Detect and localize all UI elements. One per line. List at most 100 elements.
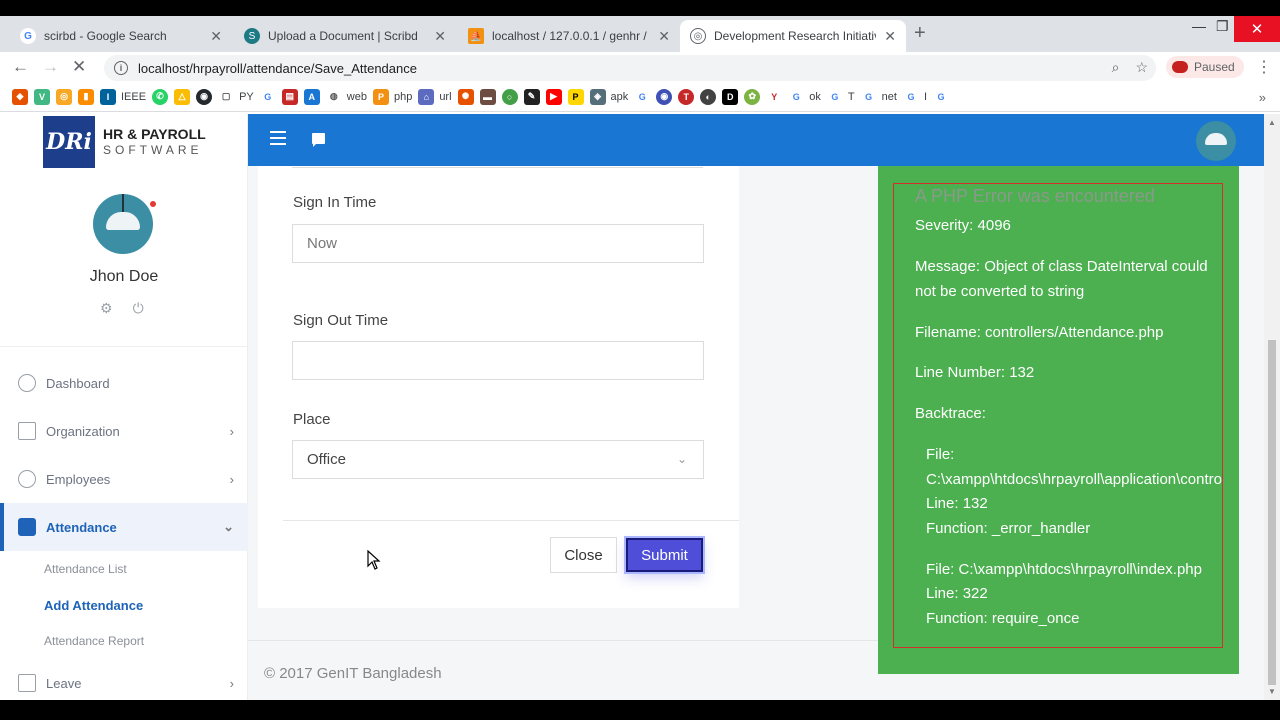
hamburger-menu-icon[interactable]	[270, 131, 286, 145]
chat-icon[interactable]	[312, 133, 325, 147]
app-logo[interactable]: DRi HR & PAYROLL SOFTWARE	[43, 116, 206, 168]
minimize-icon[interactable]: —	[1192, 18, 1206, 34]
sidebar-subitem-attendance-report[interactable]: Attendance Report	[0, 623, 248, 659]
browser-menu-icon[interactable]: ⋮	[1256, 57, 1272, 77]
sign-out-time-field[interactable]	[292, 341, 704, 380]
logo-title: HR & PAYROLL	[103, 125, 206, 142]
sidebar-item-organization[interactable]: Organization ›	[0, 407, 248, 455]
bookmark[interactable]: ◎	[56, 88, 72, 105]
url-text[interactable]: localhost/hrpayroll/attendance/Save_Atte…	[138, 61, 417, 76]
stop-icon[interactable]: ✕	[72, 57, 86, 77]
bookmark[interactable]: ✺	[457, 88, 474, 105]
tab-google-search[interactable]: G scirbd - Google Search ✕	[10, 20, 232, 52]
drive-icon: △	[174, 88, 191, 105]
tab-development-research[interactable]: ◎ Development Research Initiative ✕	[680, 20, 906, 52]
scrollbar-thumb[interactable]	[1268, 340, 1276, 685]
forward-icon[interactable]: →	[42, 57, 59, 77]
bookmark[interactable]: ▤	[281, 88, 298, 105]
bookmark-icon: ◎	[56, 88, 72, 105]
bookmark-label: php	[393, 90, 413, 103]
submit-button[interactable]: Submit	[624, 536, 705, 574]
sidebar-item-employees[interactable]: Employees ›	[0, 455, 248, 503]
bookmark[interactable]: P	[567, 88, 584, 105]
page-scrollbar[interactable]: ▲ ▼	[1264, 114, 1280, 700]
bookmark[interactable]: G	[259, 88, 276, 105]
new-tab-button[interactable]: +	[914, 22, 926, 45]
bookmark[interactable]: ▶	[545, 88, 562, 105]
bookmark[interactable]: ✆	[152, 88, 169, 105]
bookmark[interactable]: ▬	[479, 88, 496, 105]
google-icon: G	[634, 88, 651, 105]
sidebar-subitem-attendance-list[interactable]: Attendance List	[0, 551, 248, 587]
bookmark[interactable]: △	[174, 88, 191, 105]
bookmark[interactable]: T	[678, 88, 695, 105]
settings-gear-icon[interactable]: ⚙	[100, 300, 113, 317]
browser-tab-strip: G scirbd - Google Search ✕ S Upload a Do…	[0, 16, 1280, 52]
google-icon: G	[259, 88, 276, 105]
scroll-up-icon[interactable]: ▲	[1268, 118, 1276, 127]
bookmark[interactable]: ◉	[196, 88, 213, 105]
close-icon[interactable]: ✕	[884, 28, 896, 45]
close-icon[interactable]: ✕	[434, 28, 446, 45]
bookmark[interactable]: ✎	[523, 88, 540, 105]
profile-paused-button[interactable]: Paused	[1166, 56, 1244, 78]
bookmark[interactable]: G	[634, 88, 651, 105]
window-close-button[interactable]: ✕	[1234, 16, 1280, 42]
bookmark-icon: A	[303, 88, 320, 105]
sidebar-item-label: Dashboard	[46, 375, 110, 391]
bookmark-web[interactable]: ◍ web	[325, 88, 367, 105]
bookmark-url[interactable]: ⌂ url	[418, 88, 452, 105]
bookmark[interactable]: ▮	[78, 88, 94, 105]
tab-scribd[interactable]: S Upload a Document | Scribd ✕	[234, 20, 456, 52]
bookmark-label: T	[847, 90, 855, 103]
sidebar-item-dashboard[interactable]: Dashboard	[0, 359, 248, 407]
bookmark[interactable]: A	[303, 88, 320, 105]
tab-phpmyadmin[interactable]: ⛵ localhost / 127.0.0.1 / genhr / em ✕	[458, 20, 680, 52]
restore-icon[interactable]: ❐	[1216, 18, 1229, 35]
avatar[interactable]	[93, 194, 153, 254]
error-message-line1: Message: Object of class DateInterval co…	[915, 258, 1208, 275]
omnibox[interactable]: i localhost/hrpayroll/attendance/Save_At…	[104, 55, 1156, 81]
bookmark-ok[interactable]: Gok	[788, 88, 821, 105]
tab-title: scirbd - Google Search	[44, 29, 167, 43]
bookmark[interactable]: ✿	[744, 88, 761, 105]
bookmark-php[interactable]: Pphp	[372, 88, 413, 105]
star-icon[interactable]: ☆	[1135, 59, 1148, 76]
sign-in-time-field[interactable]: Now	[292, 224, 704, 263]
bookmark[interactable]: D	[722, 88, 739, 105]
back-icon[interactable]: ←	[12, 57, 29, 77]
chart-icon: ▮	[78, 88, 94, 105]
bookmark-apk[interactable]: ◈ apk	[589, 88, 628, 105]
bookmark-net[interactable]: Gnet	[860, 88, 897, 105]
power-icon[interactable]: ⏻	[133, 300, 144, 317]
bookmark-icon: ▬	[479, 88, 496, 105]
info-icon[interactable]: i	[114, 61, 128, 75]
close-icon[interactable]: ✕	[658, 28, 670, 45]
google-icon: G	[788, 88, 805, 105]
bookmark[interactable]: G	[933, 88, 950, 105]
close-icon[interactable]: ✕	[210, 28, 222, 45]
bookmark-py[interactable]: ▢ PY	[218, 88, 254, 105]
place-select[interactable]: Office ⌄	[292, 440, 704, 479]
sidebar-item-label: Attendance	[46, 519, 117, 535]
bookmark[interactable]: ◆	[12, 88, 28, 105]
sidebar-item-attendance[interactable]: Attendance ⌄	[0, 503, 248, 551]
vue-icon: V	[34, 88, 50, 105]
bookmark[interactable]: ◉	[656, 88, 673, 105]
sidebar-subitem-add-attendance[interactable]: Add Attendance	[0, 587, 248, 623]
bookmark-ieee[interactable]: I IEEE	[100, 88, 146, 105]
topbar-avatar[interactable]	[1196, 121, 1236, 161]
bookmark[interactable]: ◐	[700, 88, 717, 105]
bookmark-i[interactable]: GI	[902, 88, 927, 105]
bookmark[interactable]: V	[34, 88, 50, 105]
bookmark-icon: ✎	[523, 88, 540, 105]
bookmark-t[interactable]: GT	[826, 88, 855, 105]
scroll-down-icon[interactable]: ▼	[1268, 687, 1276, 696]
more-bookmarks-icon[interactable]: »	[1259, 90, 1266, 105]
zoom-icon[interactable]: ⌕	[1112, 59, 1120, 76]
close-button[interactable]: Close	[550, 537, 617, 573]
bookmark[interactable]: ○	[501, 88, 518, 105]
sidebar-item-leave[interactable]: Leave ›	[0, 659, 248, 700]
bookmark[interactable]: Y	[766, 88, 783, 105]
google-icon: G	[933, 88, 950, 105]
